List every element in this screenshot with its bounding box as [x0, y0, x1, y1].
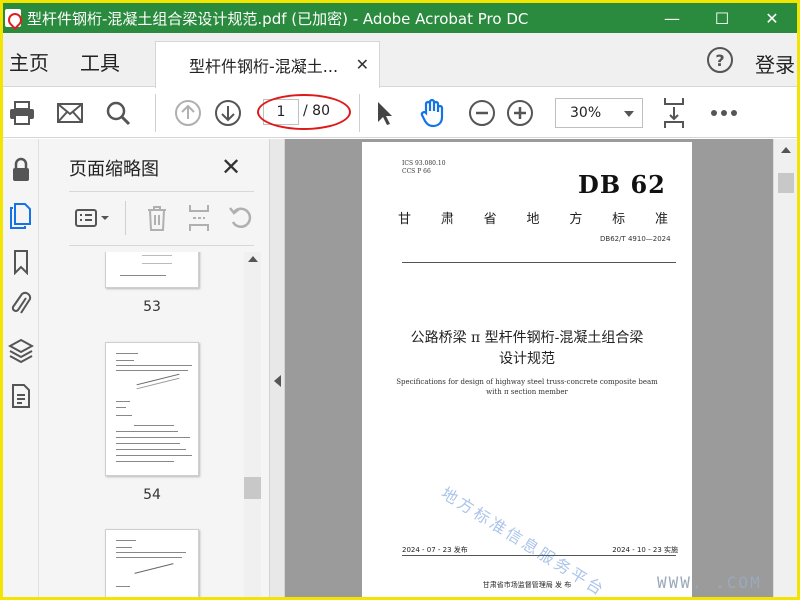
minimize-button[interactable]: — [647, 3, 697, 33]
rotate-page-icon[interactable] [223, 202, 259, 234]
heading-char: 标 [612, 212, 626, 227]
document-title-en: Specifications for design of highway ste… [362, 377, 692, 397]
divider [402, 262, 676, 263]
document-view: ICS 93.080.10 CCS P 66 DB 62 甘 肃 省 地 方 标… [285, 139, 773, 597]
url-watermark: WWW. .COM [657, 573, 762, 592]
province-standard-heading: 甘 肃 省 地 方 标 准 [398, 208, 668, 227]
collapse-panel-icon[interactable] [274, 375, 281, 387]
window-title: 型杆件钢桁-混凝土组合梁设计规范.pdf (已加密) - Adobe Acrob… [27, 9, 529, 28]
title-cn-line: 公路桥梁 π 型杆件钢桁-混凝土组合梁 [410, 330, 644, 346]
chevron-down-icon [624, 111, 634, 117]
implement-date: 2024 - 10 - 23 实施 [612, 546, 678, 554]
scrollbar-thumb[interactable] [778, 173, 794, 193]
next-page-icon[interactable] [211, 96, 245, 130]
document-properties-icon[interactable] [6, 379, 36, 413]
heading-char: 准 [654, 212, 668, 227]
hand-tool-icon[interactable] [415, 96, 449, 130]
heading-char: 肃 [440, 212, 454, 227]
heading-char: 省 [483, 212, 497, 227]
login-button[interactable]: 登录 [755, 49, 795, 78]
title-en-line: with π section member [486, 388, 568, 396]
heading-char: 方 [569, 212, 583, 227]
document-scrollbar[interactable] [773, 139, 797, 597]
acrobat-window: 型杆件钢桁-混凝土组合梁设计规范.pdf (已加密) - Adobe Acrob… [3, 3, 797, 597]
fit-page-icon[interactable] [657, 96, 691, 130]
thumbnails-list: 53 54 [39, 252, 261, 597]
toolbar-divider [359, 94, 360, 132]
zoom-out-icon[interactable] [465, 96, 499, 130]
email-icon[interactable] [53, 96, 87, 130]
attachment-icon[interactable] [6, 287, 36, 321]
annotation-highlight-oval [257, 94, 351, 130]
bookmark-icon[interactable] [6, 245, 36, 279]
standard-number: DB62/T 4910—2024 [600, 235, 671, 243]
lock-icon[interactable] [6, 153, 36, 187]
heading-char: 地 [526, 212, 540, 227]
title-bar: 型杆件钢桁-混凝土组合梁设计规范.pdf (已加密) - Adobe Acrob… [3, 3, 797, 33]
zoom-in-icon[interactable] [503, 96, 537, 130]
ics-code: ICS 93.080.10 [402, 160, 446, 167]
document-tab[interactable]: 型杆件钢桁-混凝土... ✕ [155, 41, 380, 88]
page-thumbnail-label: 54 [143, 487, 161, 503]
page-thumbnail-54[interactable] [105, 342, 199, 476]
maximize-button[interactable]: ☐ [697, 3, 747, 33]
tools-tab[interactable]: 工具 [80, 47, 120, 76]
zoom-dropdown[interactable]: 30% [555, 98, 643, 128]
search-icon[interactable] [101, 96, 135, 130]
panel-splitter[interactable] [269, 139, 285, 597]
divider [125, 201, 126, 235]
left-tool-rail [3, 139, 39, 597]
document-tab-label: 型杆件钢桁-混凝土... [189, 57, 339, 76]
divider [69, 191, 254, 192]
scroll-up-icon[interactable] [781, 147, 791, 153]
more-options-icon[interactable] [707, 96, 741, 130]
scrollbar-thumb[interactable] [244, 477, 261, 499]
publish-date: 2024 - 07 - 23 发布 [402, 546, 468, 554]
extract-page-icon[interactable] [181, 202, 217, 234]
title-en-line: Specifications for design of highway ste… [396, 378, 658, 386]
document-tab-close-button[interactable]: ✕ [356, 55, 369, 74]
delete-page-icon[interactable] [139, 202, 175, 234]
select-cursor-icon[interactable] [367, 96, 401, 130]
title-cn-line: 设计规范 [499, 351, 555, 367]
zoom-value: 30% [570, 105, 602, 121]
thumbnails-scrollbar[interactable] [244, 252, 261, 597]
page-thumbnails-icon[interactable] [6, 199, 36, 233]
db-logo: DB 62 [578, 170, 666, 199]
panel-close-button[interactable]: ✕ [221, 153, 241, 181]
panel-title: 页面缩略图 [69, 159, 159, 180]
divider [402, 555, 676, 556]
ccs-code: CCS P 66 [402, 168, 431, 175]
scroll-up-icon[interactable] [248, 256, 258, 262]
help-icon[interactable]: ? [707, 47, 733, 73]
pdf-page: ICS 93.080.10 CCS P 66 DB 62 甘 肃 省 地 方 标… [362, 142, 692, 597]
layers-icon[interactable] [6, 333, 36, 367]
close-window-button[interactable]: ✕ [747, 3, 797, 33]
print-icon[interactable] [5, 96, 39, 130]
heading-char: 甘 [398, 212, 412, 227]
home-tab[interactable]: 主页 [9, 47, 49, 76]
toolbar: 1 / 80 30% [3, 88, 797, 138]
acrobat-app-icon [5, 9, 21, 27]
menu-bar: 主页 工具 型杆件钢桁-混凝土... ✕ ? 登录 [3, 33, 797, 88]
previous-page-icon[interactable] [171, 96, 205, 130]
page-thumbnail-55[interactable] [105, 529, 199, 597]
page-thumbnail-53[interactable] [105, 252, 199, 288]
document-title-cn: 公路桥梁 π 型杆件钢桁-混凝土组合梁 设计规范 [362, 328, 692, 370]
thumbnail-options-icon[interactable] [71, 202, 115, 234]
divider [69, 245, 254, 246]
page-thumbnails-panel: 页面缩略图 ✕ 53 54 [39, 139, 269, 597]
toolbar-divider [155, 94, 156, 132]
publisher: 甘肃省市场监督管理局 发 布 [482, 581, 572, 589]
page-thumbnail-label: 53 [143, 299, 161, 315]
